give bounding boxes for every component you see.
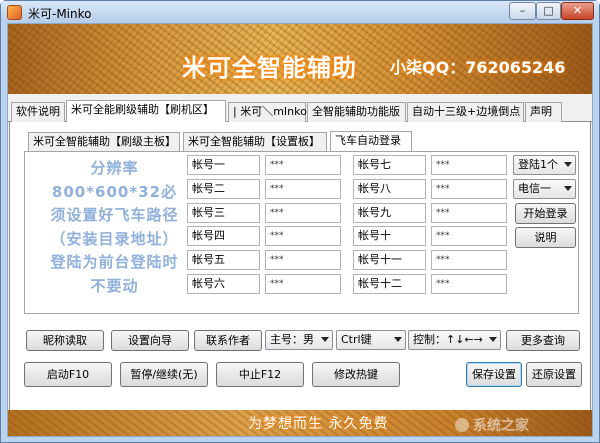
- restore-settings-button[interactable]: 还原设置: [526, 362, 582, 387]
- account-name-field[interactable]: 帐号十: [353, 226, 426, 246]
- client-area: 米可全智能辅助 小柒QQ：762065246 软件说明 米可全能刷级辅助【刷机区…: [7, 23, 593, 437]
- tab-full-version[interactable]: 全智能辅助功能版: [307, 102, 406, 122]
- window-title: 米可-Minko: [28, 7, 92, 21]
- gender-value: 主号：男: [270, 333, 314, 346]
- account-name-field[interactable]: 帐号二: [187, 179, 260, 199]
- start-login-button[interactable]: 开始登录: [515, 203, 576, 224]
- auto-login-panel: 分辨率800*600*32必须设置好飞车路径（安装目录地址）登陆为前台登陆时不要…: [24, 151, 579, 314]
- footer-strip: 为梦想而生 永久免费 系统之家: [8, 410, 592, 436]
- account-name-field[interactable]: 帐号四: [187, 226, 260, 246]
- password-field[interactable]: ***: [265, 179, 341, 199]
- app-icon: [7, 5, 22, 20]
- footer-slogan: 为梦想而生 永久免费: [248, 416, 389, 432]
- account-name-field[interactable]: 帐号十一: [353, 250, 426, 270]
- account-name-field[interactable]: 帐号八: [353, 179, 426, 199]
- login-count-value: 登陆1个: [518, 158, 558, 171]
- password-field[interactable]: ***: [265, 250, 341, 270]
- server-value: 电信一: [518, 182, 551, 195]
- password-field[interactable]: ***: [431, 203, 507, 223]
- app-window: 米可-Minko – □ ✕ 米可全智能辅助 小柒QQ：762065246 软件…: [0, 0, 600, 443]
- key-select[interactable]: Ctrl键: [336, 330, 406, 350]
- more-query-button[interactable]: 更多查询: [506, 330, 580, 351]
- control-select[interactable]: 控制：↑↓←→: [408, 330, 501, 350]
- account-name-field[interactable]: 帐号三: [187, 203, 260, 223]
- account-name-field[interactable]: 帐号十二: [353, 274, 426, 294]
- tab-minko[interactable]: | 米可＼mInko: [228, 102, 307, 122]
- chevron-down-icon: [564, 186, 572, 191]
- banner-qq: 小柒QQ：762065246: [390, 58, 566, 77]
- watermark-logo-icon: [455, 418, 469, 432]
- chevron-down-icon: [394, 337, 402, 342]
- password-field[interactable]: ***: [431, 226, 507, 246]
- account-name-field[interactable]: 帐号一: [187, 155, 260, 175]
- account-name-field[interactable]: 帐号五: [187, 250, 260, 270]
- maximize-button[interactable]: □: [536, 2, 561, 20]
- chevron-down-icon: [489, 337, 497, 342]
- password-field[interactable]: ***: [265, 274, 341, 294]
- control-value: 控制：↑↓←→: [413, 333, 483, 346]
- gender-select[interactable]: 主号：男: [265, 330, 333, 350]
- login-count-select[interactable]: 登陆1个: [513, 155, 576, 175]
- contact-author-button[interactable]: 联系作者: [194, 330, 262, 351]
- subtab-main-board[interactable]: 米可全智能辅助【刷级主板】: [28, 132, 180, 151]
- watermark: 系统之家: [455, 415, 529, 435]
- password-field[interactable]: ***: [431, 274, 507, 294]
- account-name-field[interactable]: 帐号六: [187, 274, 260, 294]
- password-field[interactable]: ***: [431, 250, 507, 270]
- subtab-settings-board[interactable]: 米可全智能辅助【设置板】: [183, 132, 327, 151]
- password-field[interactable]: ***: [431, 179, 507, 199]
- main-tabs: 软件说明 米可全能刷级辅助【刷机区】 | 米可＼mInko 全智能辅助功能版 自…: [8, 100, 592, 123]
- tab-leveling[interactable]: 米可全能刷级辅助【刷机区】: [66, 100, 226, 123]
- key-value: Ctrl键: [341, 333, 372, 346]
- watermark-text: 系统之家: [473, 418, 529, 434]
- setup-wizard-button[interactable]: 设置向导: [111, 330, 189, 351]
- password-field[interactable]: ***: [265, 203, 341, 223]
- tab-software-info[interactable]: 软件说明: [11, 102, 65, 122]
- tab-panel: 米可全智能辅助【刷级主板】 米可全智能辅助【设置板】 飞车自动登录 分辨率800…: [9, 122, 591, 415]
- chevron-down-icon: [321, 337, 329, 342]
- stop-button[interactable]: 中止F12: [216, 362, 304, 387]
- password-field[interactable]: ***: [431, 155, 507, 175]
- account-name-field[interactable]: 帐号七: [353, 155, 426, 175]
- banner-title: 米可全智能辅助: [182, 54, 357, 82]
- tab-statement[interactable]: 声明: [525, 102, 562, 122]
- banner: 米可全智能辅助 小柒QQ：762065246: [8, 24, 592, 94]
- save-settings-button[interactable]: 保存设置: [466, 362, 522, 387]
- start-button[interactable]: 启动F10: [24, 362, 112, 387]
- account-name-field[interactable]: 帐号九: [353, 203, 426, 223]
- read-nickname-button[interactable]: 昵称读取: [26, 330, 104, 351]
- close-button[interactable]: ✕: [561, 2, 594, 20]
- tab-auto-level[interactable]: 自动十三级+边境倒点: [407, 102, 524, 122]
- subtab-auto-login[interactable]: 飞车自动登录: [330, 131, 412, 152]
- password-field[interactable]: ***: [265, 226, 341, 246]
- chevron-down-icon: [564, 162, 572, 167]
- notice-text: 分辨率800*600*32必须设置好飞车路径（安装目录地址）登陆为前台登陆时不要…: [50, 159, 179, 295]
- title-bar[interactable]: 米可-Minko – □ ✕: [1, 1, 599, 23]
- pause-button[interactable]: 暂停/继续(无): [120, 362, 208, 387]
- help-button[interactable]: 说明: [515, 227, 576, 248]
- modify-hotkey-button[interactable]: 修改热键: [312, 362, 400, 387]
- minimize-button[interactable]: –: [509, 2, 536, 20]
- password-field[interactable]: ***: [265, 155, 341, 175]
- server-select[interactable]: 电信一: [513, 179, 576, 199]
